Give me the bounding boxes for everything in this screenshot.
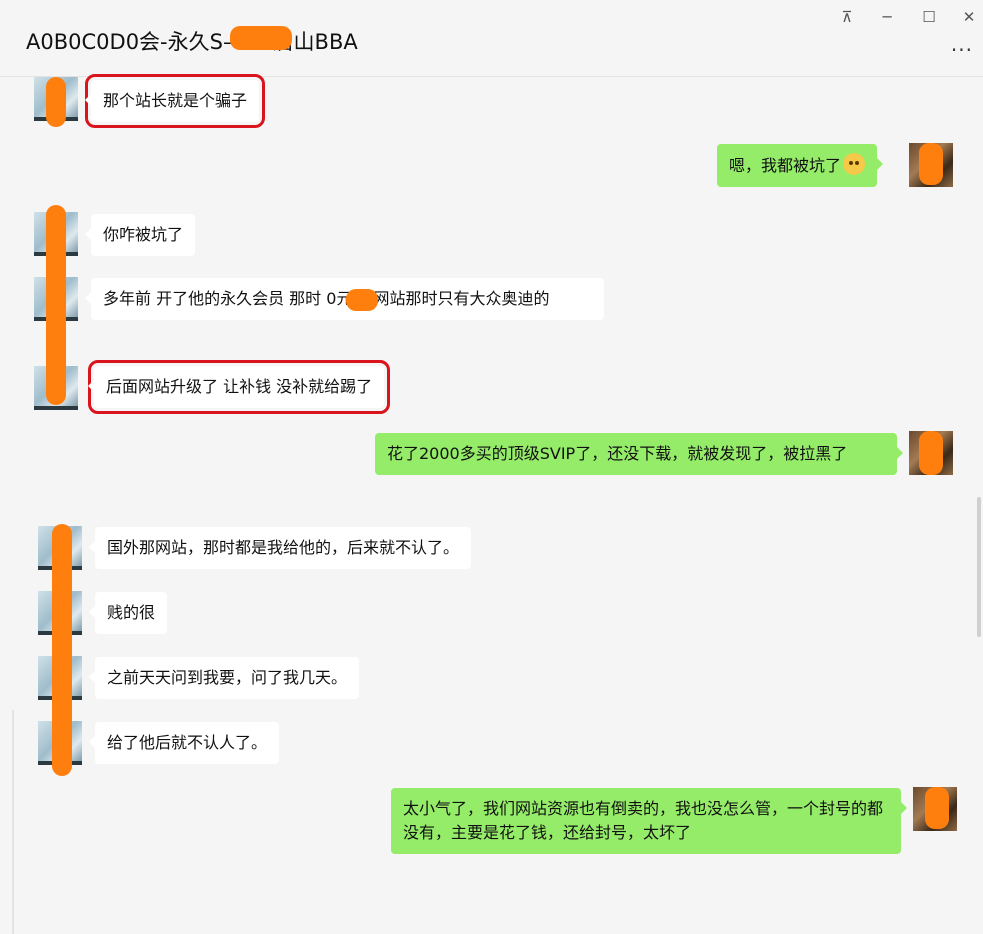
minimize-icon[interactable]: ─: [876, 6, 898, 28]
message-bubble[interactable]: 花了2000多买的顶级SVIP了，还没下载，就被发现了，被拉黑了: [375, 433, 903, 475]
scroll-track: [12, 710, 14, 934]
chat-title: A0B0C0D0会-永久S——-眉山BBA: [26, 30, 358, 54]
message-bubble[interactable]: 那个站长就是个骗子: [84, 74, 266, 128]
redaction-mark: [346, 289, 378, 311]
chat-history[interactable]: 那个站长就是个骗子 嗯，我都被坑了 你咋被坑了 多年前 开了他的永久会员 那时 …: [0, 74, 983, 934]
message-bubble[interactable]: 太小气了，我们网站资源也有倒卖的，我也没怎么管，一个封号的都没有，主要是花了钱，…: [391, 788, 907, 854]
redaction-mark: [52, 524, 72, 776]
redaction-mark: [46, 205, 66, 405]
redaction-mark: [46, 77, 66, 127]
message-bubble[interactable]: 嗯，我都被坑了: [717, 144, 884, 187]
close-icon[interactable]: ✕: [958, 6, 980, 28]
redaction-mark: [230, 26, 292, 50]
maximize-icon[interactable]: ☐: [918, 6, 940, 28]
redaction-mark: [919, 143, 943, 185]
title-bar: A0B0C0D0会-永久S——-眉山BBA ⊼ ─ ☐ ✕ ···: [0, 0, 983, 77]
redaction-mark: [919, 431, 943, 475]
message-bubble[interactable]: 后面网站升级了 让补钱 没补就给踢了: [87, 360, 391, 414]
message-text: 嗯，我都被坑了: [729, 156, 842, 175]
pin-icon[interactable]: ⊼: [836, 6, 858, 28]
message-bubble[interactable]: 给了他后就不认人了。: [88, 722, 280, 764]
more-options-icon[interactable]: ···: [951, 38, 973, 62]
message-bubble[interactable]: 贱的很: [88, 592, 168, 634]
message-bubble[interactable]: 你咋被坑了: [84, 214, 196, 256]
redaction-mark: [925, 787, 949, 829]
message-bubble[interactable]: 之前天天问到我要，问了我几天。: [88, 657, 360, 699]
crying-face-icon: [843, 153, 866, 175]
message-bubble[interactable]: 国外那网站，那时都是我给他的，后来就不认了。: [88, 527, 472, 569]
scrollbar[interactable]: [977, 497, 981, 637]
